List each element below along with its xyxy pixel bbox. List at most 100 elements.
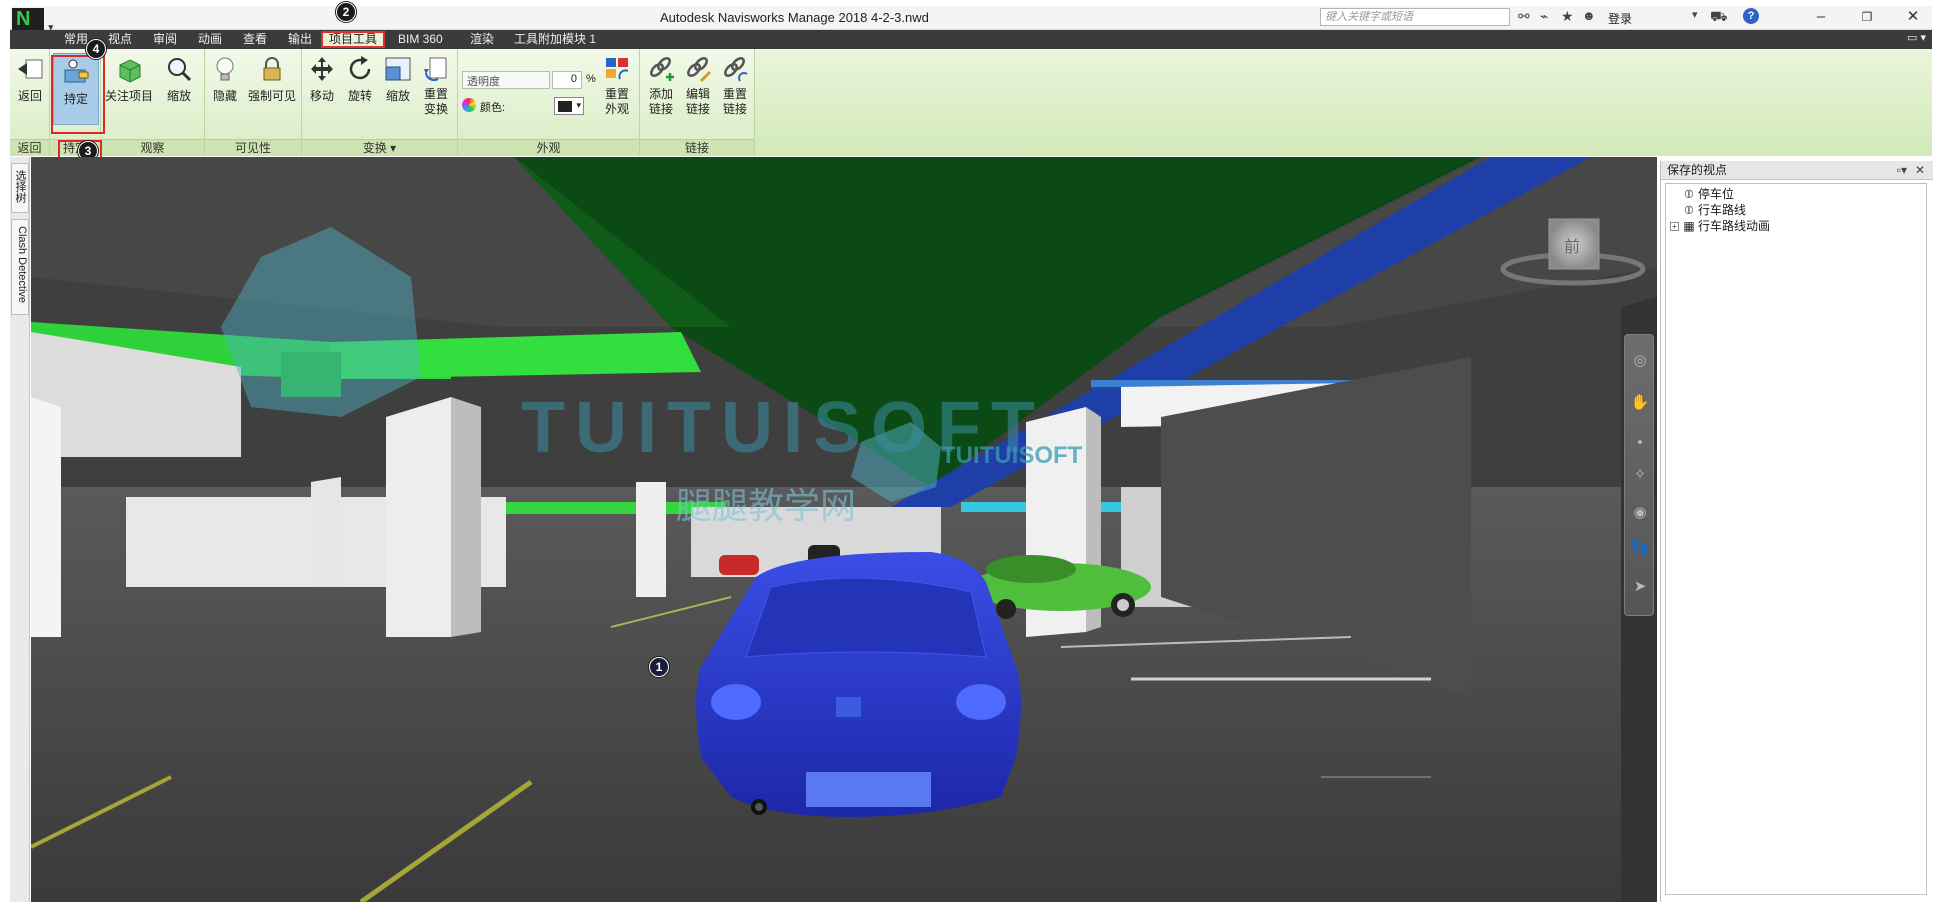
restore-button[interactable]: ❐ <box>1844 6 1890 30</box>
expand-down-icon: ▾ <box>390 141 397 155</box>
reset-links-label-2: 链接 <box>722 102 747 116</box>
ribbon-panel: 返回 返回 持定 持定 关注项目 缩放 观察 隐藏 强制可见 可见性 移动 旋转… <box>10 49 1932 156</box>
minimize-button[interactable]: – <box>1798 6 1844 30</box>
focus-item-button[interactable]: 关注项目 <box>103 55 155 104</box>
keyword-search-input[interactable] <box>1320 8 1510 26</box>
step-badge-2: 2 <box>336 2 356 22</box>
step-badge-1: 1 <box>649 657 669 677</box>
walk-footprints-icon[interactable]: 👣 <box>1630 539 1650 559</box>
return-button[interactable]: 返回 <box>14 55 46 104</box>
panel-options-icon[interactable]: ▫▾ <box>1897 161 1907 180</box>
left-dock-strip: 选择树 Clash Detective <box>10 157 30 902</box>
reset-transform-icon <box>424 57 447 82</box>
tab-item-tools[interactable]: 项目工具 <box>321 31 386 48</box>
tab-viewpoint[interactable]: 视点 <box>102 31 138 48</box>
group-links-label: 链接 <box>640 139 754 156</box>
lightbulb-icon <box>216 57 234 81</box>
select-cursor-icon[interactable]: ➤ <box>1630 577 1650 597</box>
highlight-hold-button <box>51 55 105 134</box>
tab-selection-tree[interactable]: 选择树 <box>11 163 29 213</box>
tab-render[interactable]: 渲染 <box>464 31 500 48</box>
force-visible-button[interactable]: 强制可见 <box>245 55 299 104</box>
cart-icon[interactable]: ⛟ <box>1710 8 1728 27</box>
move-button[interactable]: 移动 <box>304 55 340 104</box>
color-control: 颜色: ▾ <box>462 97 597 117</box>
expand-plus-icon[interactable]: + <box>1670 222 1679 231</box>
title-bar: N ▾ Autodesk Navisworks Manage 2018 4-2-3… <box>10 6 1932 32</box>
tab-bim360[interactable]: BIM 360 <box>392 31 449 48</box>
viewpoint-item[interactable]: ⦶ 停车位 <box>1680 186 1734 202</box>
tab-view[interactable]: 查看 <box>237 31 273 48</box>
watermark-cn: 腿腿教学网 <box>676 486 857 527</box>
reset-appearance-button[interactable]: 重置 外观 <box>598 55 636 117</box>
animation-item[interactable]: + ▦ 行车路线动画 <box>1670 218 1771 234</box>
navigation-bar: ◎ ✋ • ✧ ◉ 👣 ➤ <box>1624 334 1654 616</box>
tab-clash-detective[interactable]: Clash Detective <box>11 219 29 315</box>
zoom-selection-button[interactable]: 缩放 <box>159 55 199 104</box>
hide-button[interactable]: 隐藏 <box>209 55 241 104</box>
viewpoint-icon: ⦶ <box>1684 203 1694 217</box>
reset-transform-label-2: 变换 <box>423 102 448 116</box>
reset-links-button[interactable]: 重置 链接 <box>717 55 753 117</box>
tab-animation[interactable]: 动画 <box>192 31 228 48</box>
close-button[interactable]: ✕ <box>1890 6 1936 30</box>
tab-review[interactable]: 审阅 <box>147 31 183 48</box>
rotate-icon <box>349 56 371 80</box>
scale-label: 缩放 <box>385 89 410 103</box>
saved-viewpoints-title: 保存的视点 <box>1667 163 1728 177</box>
group-transform-label-text: 变换 <box>362 141 387 155</box>
group-return: 返回 返回 <box>10 49 50 156</box>
saved-viewpoints-header: 保存的视点 ▫▾ ✕ <box>1661 161 1933 180</box>
viewpoint-label: 停车位 <box>1698 187 1735 201</box>
color-picker-button[interactable]: ▾ <box>554 97 584 115</box>
edit-link-button[interactable]: 编辑 链接 <box>680 55 716 117</box>
viewpoint-item[interactable]: ⦶ 行车路线 <box>1680 202 1746 218</box>
watermark-brand-small: TUITUISOFT <box>941 442 1083 469</box>
viewcube-front-label[interactable]: 前 <box>1564 233 1580 257</box>
opacity-slider[interactable]: 透明度 <box>462 71 550 89</box>
pan-hand-icon[interactable]: ✋ <box>1630 393 1650 413</box>
reset-transform-button[interactable]: 重置 变换 <box>418 55 454 117</box>
opacity-value-input[interactable]: 0 <box>552 71 582 89</box>
saved-viewpoints-panel: 保存的视点 ▫▾ ✕ ⦶ 停车位 ⦶ 行车路线 + ▦ 行车路线动画 <box>1660 161 1933 902</box>
look-icon[interactable]: ◉ <box>1630 503 1650 523</box>
tab-output[interactable]: 输出 <box>282 31 318 48</box>
magnifier-icon <box>168 58 192 82</box>
group-appearance-label: 外观 <box>458 139 639 156</box>
parking-garage-scene <box>31 157 1657 902</box>
color-wheel-icon <box>462 98 476 112</box>
panel-close-icon[interactable]: ✕ <box>1915 161 1925 180</box>
edit-link-icon <box>687 57 712 83</box>
satellite-icon[interactable]: ⌁ <box>1540 8 1548 25</box>
animation-label: 行车路线动画 <box>1698 219 1771 233</box>
3d-viewport[interactable]: TUITUISOFT TUITUISOFT 腿腿教学网 前 1 <box>31 157 1657 902</box>
return-arrow-icon <box>18 59 43 79</box>
zoom-icon[interactable]: • <box>1630 433 1650 453</box>
steering-wheel-icon[interactable]: ◎ <box>1630 351 1650 371</box>
ribbon-empty-area <box>755 49 1932 156</box>
orbit-icon[interactable]: ✧ <box>1630 465 1650 485</box>
rotate-button[interactable]: 旋转 <box>342 55 378 104</box>
star-icon[interactable]: ★ <box>1561 8 1574 25</box>
scale-button[interactable]: 缩放 <box>380 55 416 104</box>
chevron-down-icon[interactable]: ▾ <box>1692 8 1698 21</box>
ribbon-display-toggle[interactable]: ▭ ▾ <box>1907 31 1926 44</box>
reset-transform-label-1: 重置 <box>423 87 448 101</box>
tab-tools-addins[interactable]: 工具附加模块 1 <box>508 31 602 48</box>
group-transform-label[interactable]: 变换 ▾ <box>302 139 457 156</box>
zoom-selection-label: 缩放 <box>166 89 191 103</box>
login-link[interactable]: 登录 <box>1608 10 1632 27</box>
help-icon[interactable]: ? <box>1743 8 1759 24</box>
saved-viewpoints-tree[interactable]: ⦶ 停车位 ⦶ 行车路线 + ▦ 行车路线动画 <box>1665 183 1927 895</box>
binoculars-icon[interactable]: ⚯ <box>1518 8 1530 25</box>
application-menu-button[interactable]: N ▾ <box>12 8 53 32</box>
chevron-down-icon: ▾ <box>576 100 581 110</box>
color-label: 颜色: <box>480 102 506 114</box>
rotate-label: 旋转 <box>347 89 372 103</box>
hide-label: 隐藏 <box>212 89 237 103</box>
add-link-label-2: 链接 <box>648 102 673 116</box>
focus-item-label: 关注项目 <box>104 89 153 103</box>
ribbon-tab-bar: 常用 视点 审阅 动画 查看 输出 项目工具 BIM 360 渲染 工具附加模块… <box>10 30 1932 49</box>
add-link-button[interactable]: 添加 链接 <box>643 55 679 117</box>
lock-icon <box>263 57 281 81</box>
